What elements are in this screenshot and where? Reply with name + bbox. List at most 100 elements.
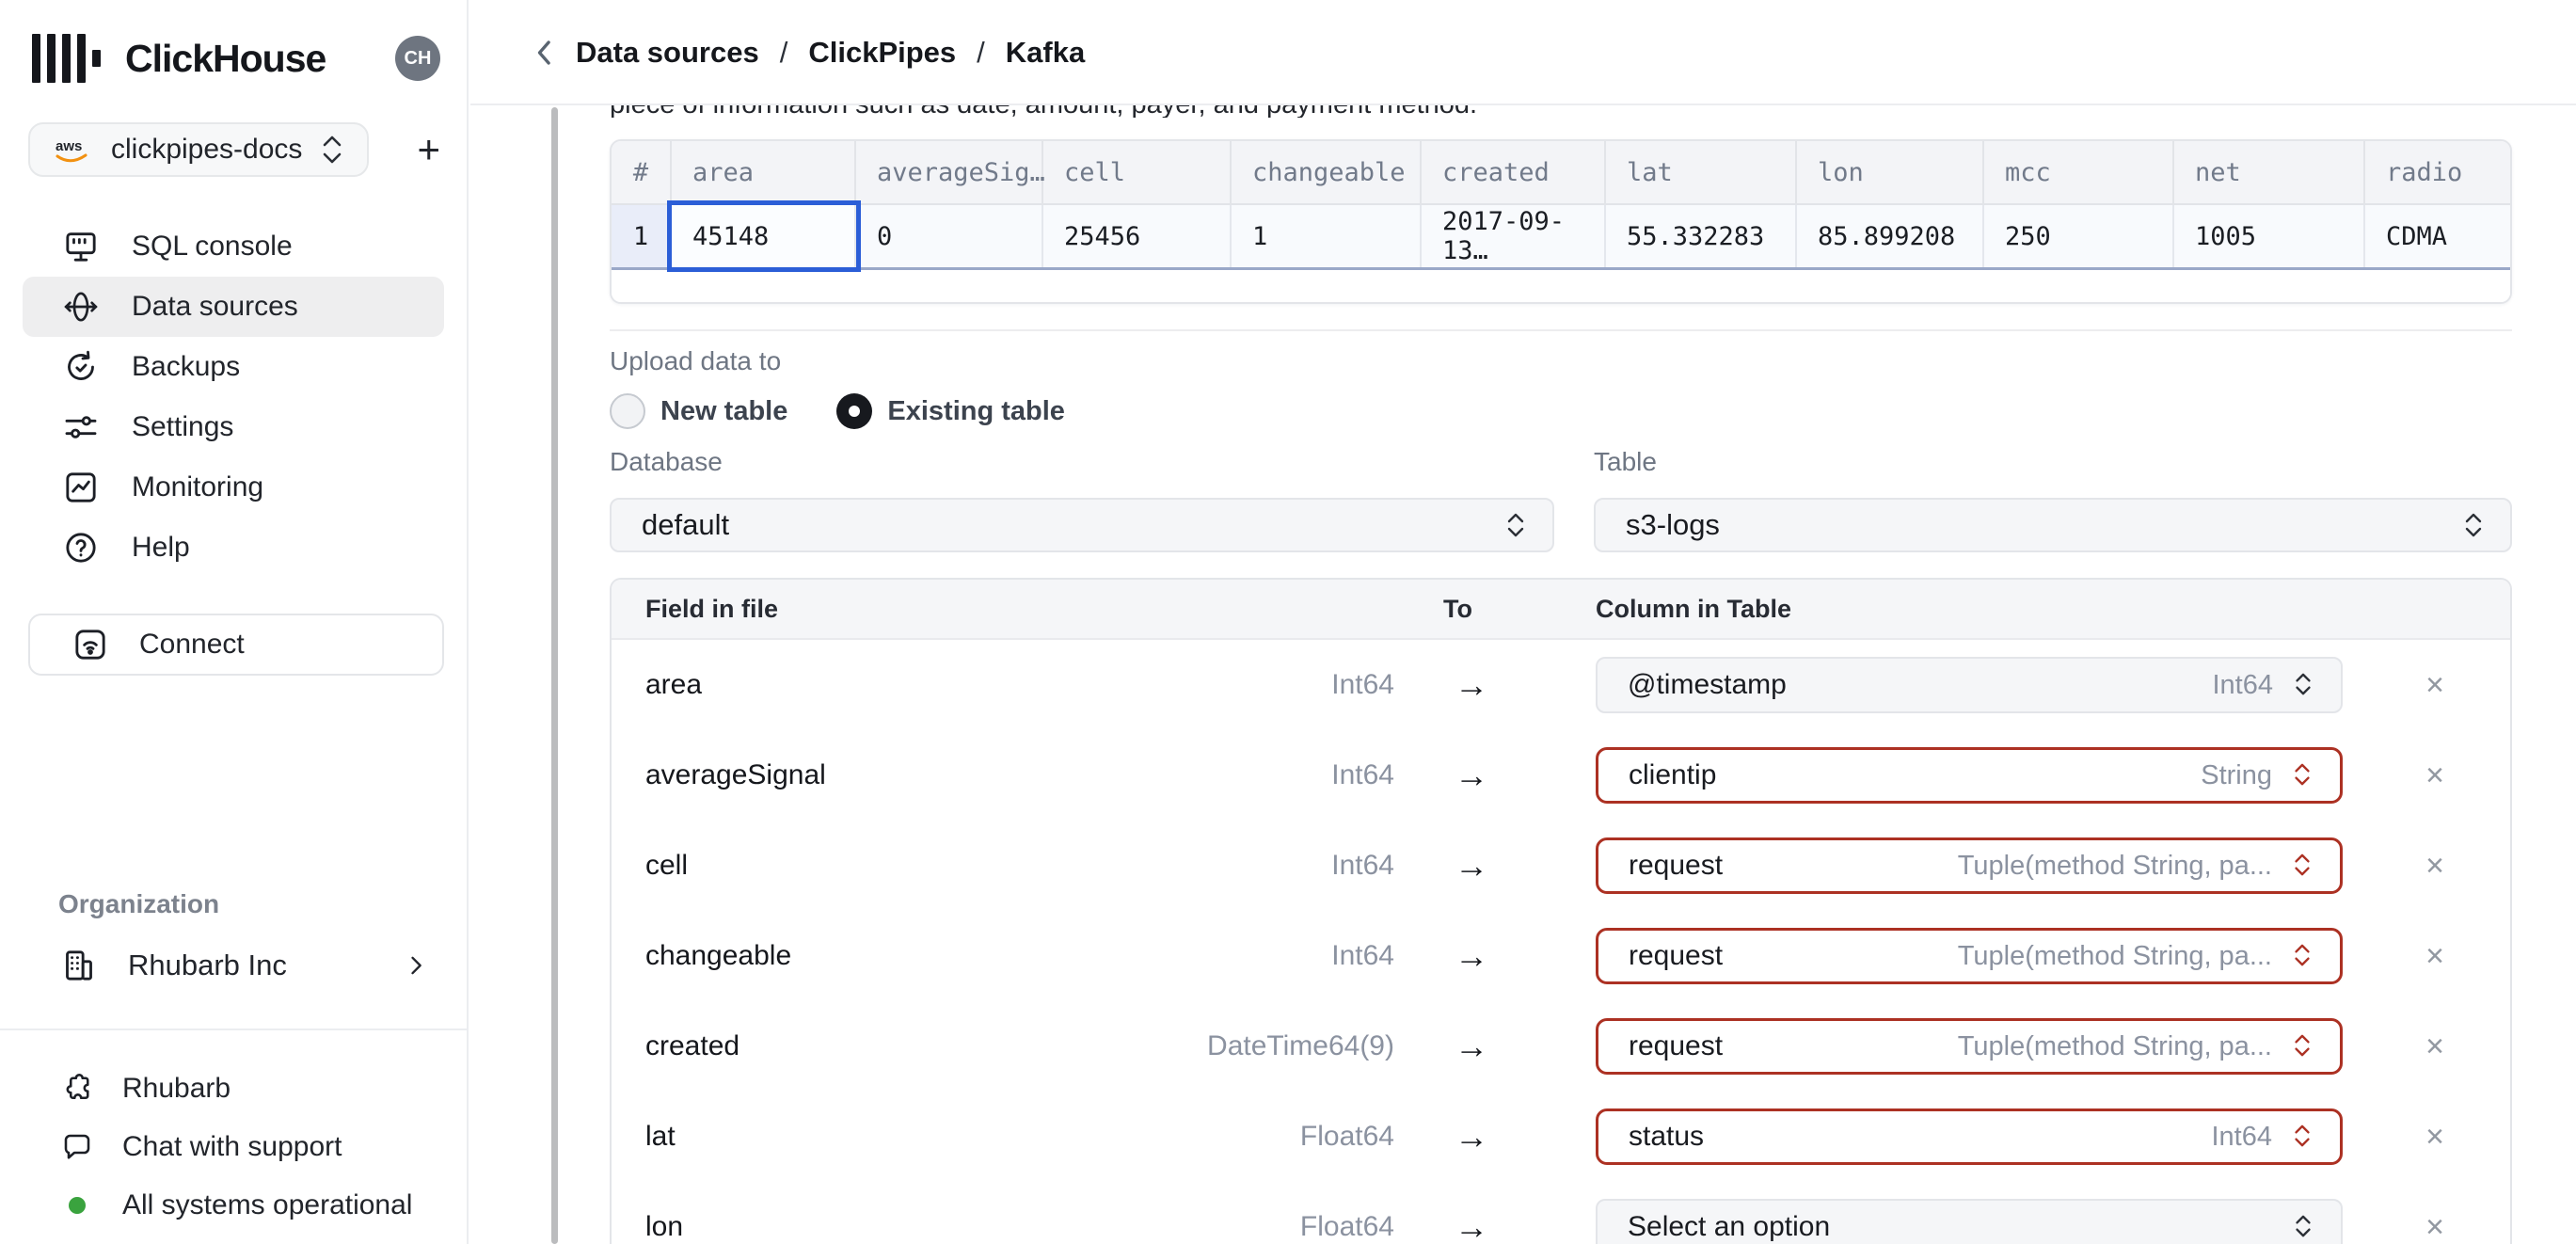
sidebar-item-settings[interactable]: Settings: [23, 397, 444, 457]
column-header: radio: [2386, 157, 2463, 187]
field-type: Int64: [1331, 669, 1394, 700]
user-avatar[interactable]: CH: [395, 36, 440, 81]
table-cell[interactable]: 1: [1232, 205, 1422, 267]
field-type: Float64: [1299, 1121, 1394, 1152]
remove-mapping-button[interactable]: ×: [2407, 1182, 2463, 1244]
chevron-updown-icon: [2291, 1030, 2315, 1062]
remove-mapping-button[interactable]: ×: [2407, 821, 2463, 911]
field-type: Int64: [1331, 940, 1394, 971]
new-table-label[interactable]: New table: [660, 396, 787, 427]
sidebar-item-data-sources[interactable]: Data sources: [23, 277, 444, 337]
footer-item-label: Rhubarb: [122, 1073, 231, 1104]
column-header: changeable: [1232, 141, 1422, 203]
existing-table-radio[interactable]: [836, 393, 873, 429]
help-icon: [62, 529, 100, 566]
field-in-file-header: Field in file: [645, 594, 779, 623]
table-cell[interactable]: 85.899208: [1797, 205, 1984, 267]
column-select-type: String: [2201, 759, 2272, 790]
column-select-error[interactable]: request Tuple(method String, pa...: [1596, 1018, 2343, 1075]
remove-mapping-button[interactable]: ×: [2407, 730, 2463, 821]
table-select[interactable]: s3-logs: [1594, 498, 2512, 552]
sidebar-menu: SQL console Data sources Backups Setting…: [23, 216, 444, 578]
chevron-updown-icon: [2461, 509, 2486, 541]
sidebar-item-chat-support[interactable]: Chat with support: [38, 1124, 448, 1170]
column-header: averageSig…: [856, 141, 1045, 203]
column-select-value: request: [1629, 850, 1724, 881]
status-label: All systems operational: [122, 1189, 413, 1220]
column-header: cell: [1043, 141, 1232, 203]
connect-button[interactable]: Connect: [28, 614, 444, 676]
arrow-icon: →: [1455, 1027, 1488, 1065]
column-header: lat: [1606, 141, 1797, 203]
sidebar-item-label: Backups: [132, 351, 241, 382]
column-select-type: Int64: [2211, 1121, 2273, 1152]
column-select-placeholder[interactable]: Select an option: [1596, 1199, 2343, 1244]
system-status-row[interactable]: All systems operational: [38, 1183, 448, 1228]
chevron-right-icon: [403, 952, 429, 979]
backups-history-icon: [62, 348, 100, 386]
aws-icon: aws: [53, 134, 90, 166]
chevron-updown-icon: [2291, 940, 2315, 972]
column-select-error[interactable]: request Tuple(method String, pa...: [1596, 837, 2343, 894]
breadcrumb-clickpipes[interactable]: ClickPipes: [808, 36, 956, 70]
section-divider: [610, 329, 2512, 331]
chevron-updown-icon: [2292, 1211, 2316, 1243]
remove-mapping-button[interactable]: ×: [2407, 1001, 2463, 1092]
back-button[interactable]: [529, 32, 561, 73]
service-name: clickpipes-docs: [111, 134, 303, 165]
to-header: To: [1443, 594, 1472, 623]
row-number-cell: 1: [612, 205, 672, 267]
column-select-value: @timestamp: [1628, 669, 1787, 700]
sidebar-item-help[interactable]: Help: [23, 518, 444, 578]
table-cell[interactable]: 0: [856, 205, 1043, 267]
column-header: mcc: [1984, 141, 2174, 203]
clickhouse-logo-icon: [32, 34, 101, 83]
column-select-error[interactable]: status Int64: [1596, 1108, 2343, 1165]
column-select-value: request: [1629, 940, 1724, 971]
sidebar-item-sql-console[interactable]: SQL console: [23, 216, 444, 277]
existing-table-label[interactable]: Existing table: [887, 396, 1065, 427]
vertical-scrollbar[interactable]: [551, 107, 558, 1244]
page-header: Data sources / ClickPipes / Kafka: [470, 0, 2576, 105]
table-row: 1 45148 0 25456 1 2017-09-13… 55.332283 …: [612, 205, 2510, 270]
table-cell[interactable]: 2017-09-13…: [1422, 205, 1606, 267]
add-service-button[interactable]: +: [417, 130, 440, 169]
field-name: changeable: [645, 940, 792, 971]
sidebar: ClickHouse CH aws clickpipes-docs + SQL …: [0, 0, 469, 1244]
organization-selector[interactable]: Rhubarb Inc: [28, 936, 429, 995]
breadcrumb-separator: /: [977, 36, 985, 69]
brand-name: ClickHouse: [125, 36, 326, 80]
column-select-type: Tuple(method String, pa...: [1957, 850, 2272, 881]
table-cell[interactable]: 55.332283: [1606, 205, 1797, 267]
table-cell[interactable]: 250: [1984, 205, 2174, 267]
remove-mapping-button[interactable]: ×: [2407, 1092, 2463, 1182]
table-cell[interactable]: 25456: [1043, 205, 1232, 267]
table-select-value: s3-logs: [1626, 508, 1720, 541]
sidebar-item-monitoring[interactable]: Monitoring: [23, 457, 444, 518]
column-select[interactable]: @timestamp Int64: [1596, 657, 2343, 713]
svg-text:aws: aws: [56, 138, 82, 154]
column-select-value: Select an option: [1628, 1211, 1831, 1242]
selected-cell[interactable]: 45148: [672, 205, 856, 267]
service-selector[interactable]: aws clickpipes-docs: [28, 122, 369, 177]
breadcrumb-data-sources[interactable]: Data sources: [576, 36, 759, 70]
sidebar-item-backups[interactable]: Backups: [23, 337, 444, 397]
column-header: created: [1422, 141, 1606, 203]
new-table-radio[interactable]: [610, 393, 645, 429]
field-type: Float64: [1299, 1211, 1394, 1242]
arrow-icon: →: [1455, 665, 1488, 704]
database-select[interactable]: default: [610, 498, 1554, 552]
remove-mapping-button[interactable]: ×: [2407, 640, 2463, 730]
table-cell[interactable]: CDMA: [2365, 205, 2510, 267]
remove-mapping-button[interactable]: ×: [2407, 911, 2463, 1001]
organization-name: Rhubarb Inc: [128, 949, 287, 981]
column-select-error[interactable]: clientip String: [1596, 747, 2343, 804]
table-cell[interactable]: 1005: [2174, 205, 2365, 267]
column-header: area: [672, 141, 856, 203]
sidebar-item-rhubarb[interactable]: Rhubarb: [38, 1066, 448, 1111]
column-select-error[interactable]: request Tuple(method String, pa...: [1596, 928, 2343, 984]
clickhouse-cloud-app: ClickHouse CH aws clickpipes-docs + SQL …: [0, 0, 2576, 1244]
sidebar-item-label: Settings: [132, 411, 234, 442]
chevron-updown-icon: [2291, 850, 2315, 882]
arrow-icon: →: [1455, 1117, 1488, 1156]
